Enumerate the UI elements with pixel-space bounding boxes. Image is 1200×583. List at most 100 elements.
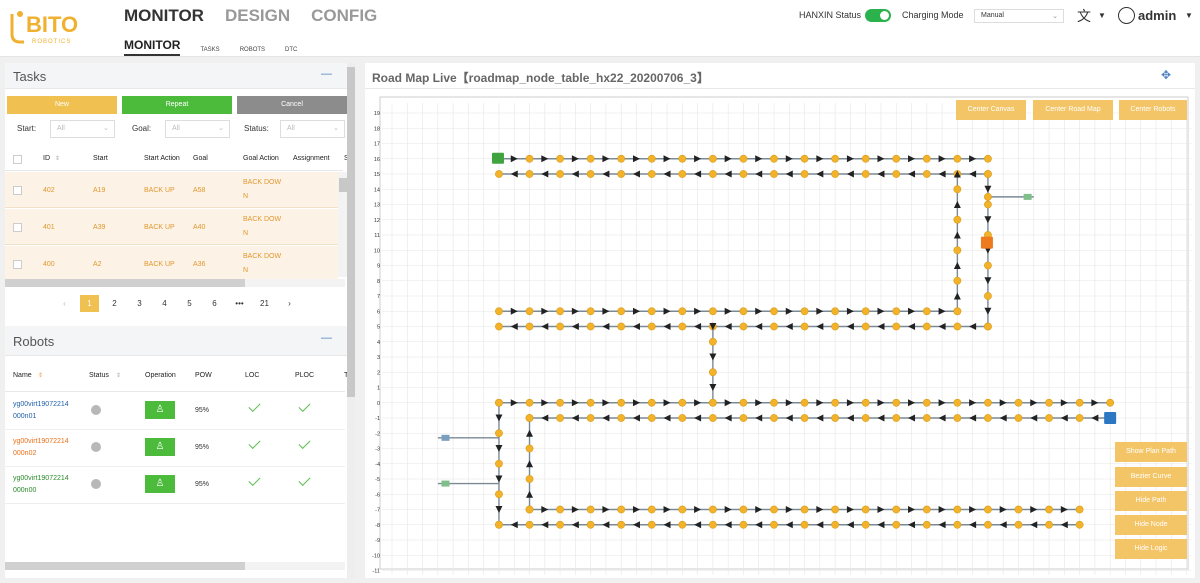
subnav-tasks[interactable]: TASKS	[200, 47, 219, 56]
robot-row[interactable]: yg00virt19072214 000n00 ♙ 95%	[5, 467, 345, 504]
task-goal: A40	[193, 224, 206, 231]
table-row[interactable]: 401 A39 BACK UP A40 BACK DOW N	[5, 209, 338, 245]
robot-name[interactable]: yg00virt19072214 000n02	[13, 436, 83, 460]
charging-mode-select[interactable]: Manual ⌄	[974, 9, 1064, 23]
page-2[interactable]: 2	[105, 295, 124, 312]
check-icon	[248, 473, 261, 487]
robot-row[interactable]: yg00virt19072214 000n02 ♙ 95%	[5, 430, 345, 467]
nav-design[interactable]: DESIGN	[225, 6, 290, 26]
map-node	[984, 170, 992, 178]
map-node	[1045, 398, 1053, 407]
status-dot	[91, 479, 101, 489]
table-row[interactable]: 402 A19 BACK UP A58 BACK DOW N	[5, 172, 338, 208]
y-tick-label: 2	[377, 370, 380, 376]
page-5[interactable]: 5	[180, 295, 199, 312]
repeat-button[interactable]: Repeat	[122, 96, 232, 114]
y-tick-label: 13	[374, 203, 380, 209]
bezier-curve-button[interactable]: Bezier Curve	[1115, 467, 1187, 487]
operation-button[interactable]: ♙	[145, 438, 175, 456]
sort-icon[interactable]: ⇕	[55, 155, 60, 162]
tasks-table-header: ID ⇕ Start Start Action Goal Goal Action…	[5, 147, 349, 171]
hanxin-status-toggle[interactable]	[865, 9, 891, 22]
minimize-icon[interactable]: —	[321, 68, 332, 80]
status-filter-select[interactable]: All ⌄	[280, 120, 345, 138]
center-robots-button[interactable]: Center Robots	[1119, 100, 1187, 120]
language-icon[interactable]: 文	[1077, 6, 1091, 26]
page-6[interactable]: 6	[205, 295, 224, 312]
col-id[interactable]: ID	[43, 155, 50, 162]
bito-logo[interactable]: BITO ROBOTICS	[8, 8, 100, 48]
y-tick-label: 14	[374, 187, 380, 193]
row-checkbox[interactable]	[13, 186, 22, 195]
tasks-horizontal-scrollbar[interactable]	[5, 279, 345, 287]
map-node	[953, 154, 962, 163]
col-status[interactable]: Status	[89, 372, 109, 379]
subnav-robots[interactable]: ROBOTS	[240, 47, 265, 56]
sort-icon[interactable]: ⇕	[38, 372, 43, 379]
y-tick-label: 17	[374, 142, 380, 148]
user-name[interactable]: admin	[1138, 8, 1176, 23]
scroll-thumb[interactable]	[347, 67, 355, 397]
page-21[interactable]: 21	[255, 295, 274, 312]
scroll-thumb[interactable]	[5, 562, 245, 570]
col-name[interactable]: Name	[13, 372, 32, 379]
scroll-thumb[interactable]	[339, 178, 347, 192]
center-canvas-button[interactable]: Center Canvas	[956, 100, 1026, 120]
row-checkbox[interactable]	[13, 223, 22, 232]
map-node	[953, 414, 962, 422]
map-node	[831, 307, 840, 316]
subnav-dtc[interactable]: DTC	[285, 47, 297, 56]
user-icon[interactable]	[1118, 7, 1135, 24]
map-node	[984, 322, 992, 331]
left-panel-scrollbar[interactable]	[347, 63, 355, 578]
roadmap-header: Road Map Live【roadmap_node_table_hx22_20…	[365, 63, 1195, 89]
map-node	[1014, 398, 1023, 407]
map-node	[800, 322, 809, 331]
map-node	[892, 322, 901, 331]
map-node	[556, 170, 564, 178]
nav-monitor[interactable]: MONITOR	[124, 6, 204, 26]
caret-down-icon[interactable]: ▼	[1185, 11, 1193, 20]
subnav-monitor[interactable]: MONITOR	[124, 38, 181, 56]
new-button[interactable]: New	[7, 96, 117, 114]
next-page-button[interactable]: ›	[280, 295, 299, 312]
status-filter-value: All	[287, 125, 295, 132]
operation-button[interactable]: ♙	[145, 401, 175, 419]
hide-path-button[interactable]: Hide Path	[1115, 491, 1187, 511]
robot-row[interactable]: yg00virt19072214 000n01 ♙ 95%	[5, 393, 345, 430]
page-3[interactable]: 3	[130, 295, 149, 312]
minimize-icon[interactable]: —	[321, 332, 332, 344]
nav-config[interactable]: CONFIG	[311, 6, 377, 26]
row-checkbox[interactable]	[13, 260, 22, 269]
page-4[interactable]: 4	[155, 295, 174, 312]
show-plan-path-button[interactable]: Show Plan Path	[1115, 442, 1187, 462]
prev-page-button[interactable]: ‹	[55, 295, 74, 312]
robots-horizontal-scrollbar[interactable]	[5, 562, 345, 570]
y-tick-label: -1	[375, 416, 380, 422]
map-node	[984, 192, 992, 201]
table-row[interactable]: 400 A2 BACK UP A36 BACK DOW N	[5, 246, 338, 282]
start-filter-select[interactable]: All ⌄	[50, 120, 115, 138]
hide-logic-button[interactable]: Hide Logic	[1115, 539, 1187, 559]
center-road-map-button[interactable]: Center Road Map	[1033, 100, 1113, 120]
caret-down-icon[interactable]: ▼	[1098, 11, 1106, 20]
sort-icon[interactable]: ⇕	[116, 372, 121, 379]
move-icon[interactable]: ✥	[1161, 68, 1171, 82]
roadmap-canvas[interactable]: -2-1012345678910111213141516171819202122…	[365, 95, 1195, 575]
map-node	[892, 154, 901, 163]
operation-button[interactable]: ♙	[145, 475, 175, 493]
map-node	[984, 154, 992, 163]
goal-filter-select[interactable]: All ⌄	[165, 120, 230, 138]
page-ellipsis[interactable]: •••	[230, 295, 249, 312]
panel-resizer[interactable]	[355, 63, 365, 578]
robot-name-line1: yg00virt19072214	[13, 438, 69, 445]
map-node	[586, 322, 595, 331]
robot-name[interactable]: yg00virt19072214 000n01	[13, 399, 83, 423]
select-all-checkbox[interactable]	[13, 155, 22, 164]
cancel-button[interactable]: Cancel	[237, 96, 347, 114]
hide-node-button[interactable]: Hide Node	[1115, 515, 1187, 535]
scroll-thumb[interactable]	[5, 279, 245, 287]
map-node	[831, 398, 840, 407]
page-1[interactable]: 1	[80, 295, 99, 312]
robot-name[interactable]: yg00virt19072214 000n00	[13, 473, 83, 497]
